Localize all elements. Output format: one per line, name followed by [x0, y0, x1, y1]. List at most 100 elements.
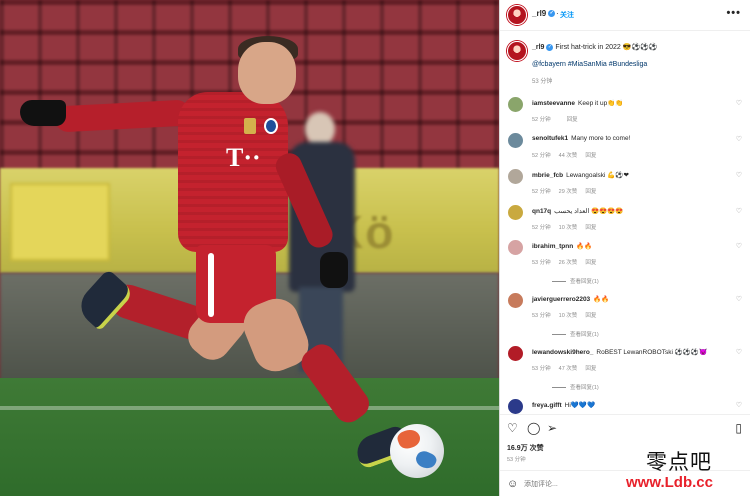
- bookmark-icon[interactable]: ▯: [735, 422, 742, 434]
- comment-time: 53 分钟: [532, 313, 551, 319]
- comment-meta: 52 分钟 10 次赞 回复: [532, 223, 604, 231]
- commenter-username[interactable]: lewandowski9hero_: [532, 349, 593, 356]
- comment-text-line: ibrahim_tpnn 🔥🔥: [532, 242, 592, 250]
- comment-icon[interactable]: ◯: [527, 422, 540, 434]
- comment-likes[interactable]: 10 次赞: [559, 313, 578, 319]
- commenter-username[interactable]: ibrahim_tpnn: [532, 243, 573, 250]
- comment-text: Many more to come!: [571, 135, 631, 142]
- comment-text-line: mbrie_fcb Lewangoalski 💪⚽❤: [532, 171, 629, 179]
- comment-likes[interactable]: 44 次赞: [559, 153, 578, 159]
- comment-meta: 52 分钟 回复: [532, 115, 586, 123]
- reply-button[interactable]: 回复: [585, 366, 596, 372]
- post-side-panel: _rl9 ✓ · 关注 ••• _rl9 ✓ First hat-trick in …: [499, 0, 750, 496]
- player-left-glove: [20, 100, 66, 126]
- reply-button[interactable]: 回复: [585, 313, 596, 319]
- caption-text: First hat-trick in 2022 😎⚽⚽⚽: [555, 44, 658, 51]
- comment-time: 53 分钟: [532, 366, 551, 372]
- commenter-avatar[interactable]: [508, 346, 523, 361]
- post-photo[interactable]: Kö T··: [0, 0, 499, 496]
- comment-like-heart-icon[interactable]: ♡: [736, 348, 742, 356]
- caption-time: 53 分钟: [532, 79, 553, 85]
- commenter-avatar[interactable]: [508, 399, 523, 414]
- comment-text-line: senoltufek1 Many more to come!: [532, 135, 630, 142]
- more-options-icon[interactable]: •••: [726, 7, 741, 19]
- send-icon[interactable]: ➢: [547, 422, 557, 434]
- caption-line: _rl9 ✓ First hat-trick in 2022 😎⚽⚽⚽: [532, 43, 658, 51]
- shirt-badge: [244, 118, 256, 134]
- comment-time: 52 分钟: [532, 117, 551, 123]
- comment-text-line: iamsteevanne Keep it up👏👏: [532, 99, 623, 107]
- commenter-avatar[interactable]: [508, 240, 523, 255]
- reply-button[interactable]: 回复: [567, 117, 578, 123]
- comment-like-heart-icon[interactable]: ♡: [736, 135, 742, 143]
- comment-like-heart-icon[interactable]: ♡: [736, 99, 742, 107]
- player-right-glove: [320, 252, 348, 288]
- reply-button[interactable]: 回复: [585, 225, 596, 231]
- comment-text: Keep it up👏👏: [578, 100, 624, 107]
- commenter-avatar[interactable]: [508, 169, 523, 184]
- comment-likes[interactable]: 26 次赞: [559, 260, 578, 266]
- comment-text: العداد يحسب 😍😍😍😍: [554, 208, 624, 215]
- view-replies-button[interactable]: 查看回复(1): [552, 383, 599, 391]
- author-avatar[interactable]: [507, 5, 527, 25]
- comment-like-heart-icon[interactable]: ♡: [736, 401, 742, 409]
- comments-list[interactable]: _rl9 ✓ First hat-trick in 2022 😎⚽⚽⚽ @fcba…: [500, 32, 750, 414]
- watermark-url: www.Ldb.cc: [626, 474, 713, 491]
- comment-text-line: javierguerrero2203 🔥🔥: [532, 295, 609, 303]
- post-time: 53 分钟: [507, 457, 526, 463]
- commenter-username[interactable]: freya.gifft: [532, 402, 562, 409]
- likes-count[interactable]: 16.9万 次赞: [507, 443, 544, 453]
- verified-icon: ✓: [548, 10, 556, 18]
- comment-time: 52 分钟: [532, 153, 551, 159]
- football: [390, 424, 444, 478]
- comment-like-heart-icon[interactable]: ♡: [736, 171, 742, 179]
- comment-time: 52 分钟: [532, 189, 551, 195]
- player-left-arm: [54, 99, 191, 133]
- commenter-username[interactable]: iamsteevanne: [532, 100, 575, 107]
- follow-button[interactable]: 关注: [560, 10, 574, 20]
- reply-button[interactable]: 回复: [585, 260, 596, 266]
- caption-avatar[interactable]: [507, 41, 527, 61]
- comment-meta: 53 分钟 26 次赞 回复: [532, 258, 604, 266]
- commenter-avatar[interactable]: [508, 133, 523, 148]
- commenter-username[interactable]: qn17q: [532, 208, 551, 215]
- commenter-username[interactable]: javierguerrero2203: [532, 296, 590, 303]
- player-figure: T··: [0, 0, 499, 496]
- comment-time: 52 分钟: [532, 225, 551, 231]
- comment-text: Lewangoalski 💪⚽❤: [566, 172, 629, 179]
- comment-like-heart-icon[interactable]: ♡: [736, 295, 742, 303]
- comment-likes[interactable]: 29 次赞: [559, 189, 578, 195]
- comment-likes[interactable]: 10 次赞: [559, 225, 578, 231]
- comment-text: 🔥🔥: [576, 243, 593, 250]
- post-caption: _rl9 ✓ First hat-trick in 2022 😎⚽⚽⚽ @fcba…: [500, 32, 750, 88]
- reply-button[interactable]: 回复: [585, 153, 596, 159]
- verified-icon: ✓: [546, 43, 554, 51]
- club-crest: [264, 118, 278, 134]
- comment-meta: 53 分钟 10 次赞 回复: [532, 311, 604, 319]
- comment-meta: 52 分钟 29 次赞 回复: [532, 187, 604, 195]
- caption-username[interactable]: _rl9: [532, 44, 544, 51]
- commenter-username[interactable]: senoltufek1: [532, 135, 568, 142]
- commenter-avatar[interactable]: [508, 97, 523, 112]
- commenter-avatar[interactable]: [508, 205, 523, 220]
- comment-like-heart-icon[interactable]: ♡: [736, 242, 742, 250]
- player-back-boot: [73, 268, 135, 332]
- comment-text: RoBEST LewanROBOTski ⚽⚽⚽😈: [596, 349, 708, 356]
- comment-text-line: lewandowski9hero_ RoBEST LewanROBOTski ⚽⚽…: [532, 348, 707, 356]
- commenter-username[interactable]: mbrie_fcb: [532, 172, 563, 179]
- author-username[interactable]: _rl9 ✓: [532, 9, 556, 18]
- comment-like-heart-icon[interactable]: ♡: [736, 207, 742, 215]
- comment-time: 53 分钟: [532, 260, 551, 266]
- comment-likes[interactable]: 47 次赞: [559, 366, 578, 372]
- player-front-sock: [296, 338, 375, 428]
- view-replies-button[interactable]: 查看回复(1): [552, 277, 599, 285]
- commenter-avatar[interactable]: [508, 293, 523, 308]
- caption-hashtags[interactable]: @fcbayern #MiaSanMia #Bundesliga: [532, 61, 647, 68]
- post-header: _rl9 ✓ · 关注 •••: [500, 0, 750, 31]
- emoji-icon[interactable]: ☺: [507, 478, 518, 490]
- heart-icon[interactable]: ♡: [507, 422, 518, 434]
- reply-button[interactable]: 回复: [585, 189, 596, 195]
- separator-dot: ·: [556, 9, 559, 18]
- comment-text: 🔥🔥: [593, 296, 610, 303]
- view-replies-button[interactable]: 查看回复(1): [552, 330, 599, 338]
